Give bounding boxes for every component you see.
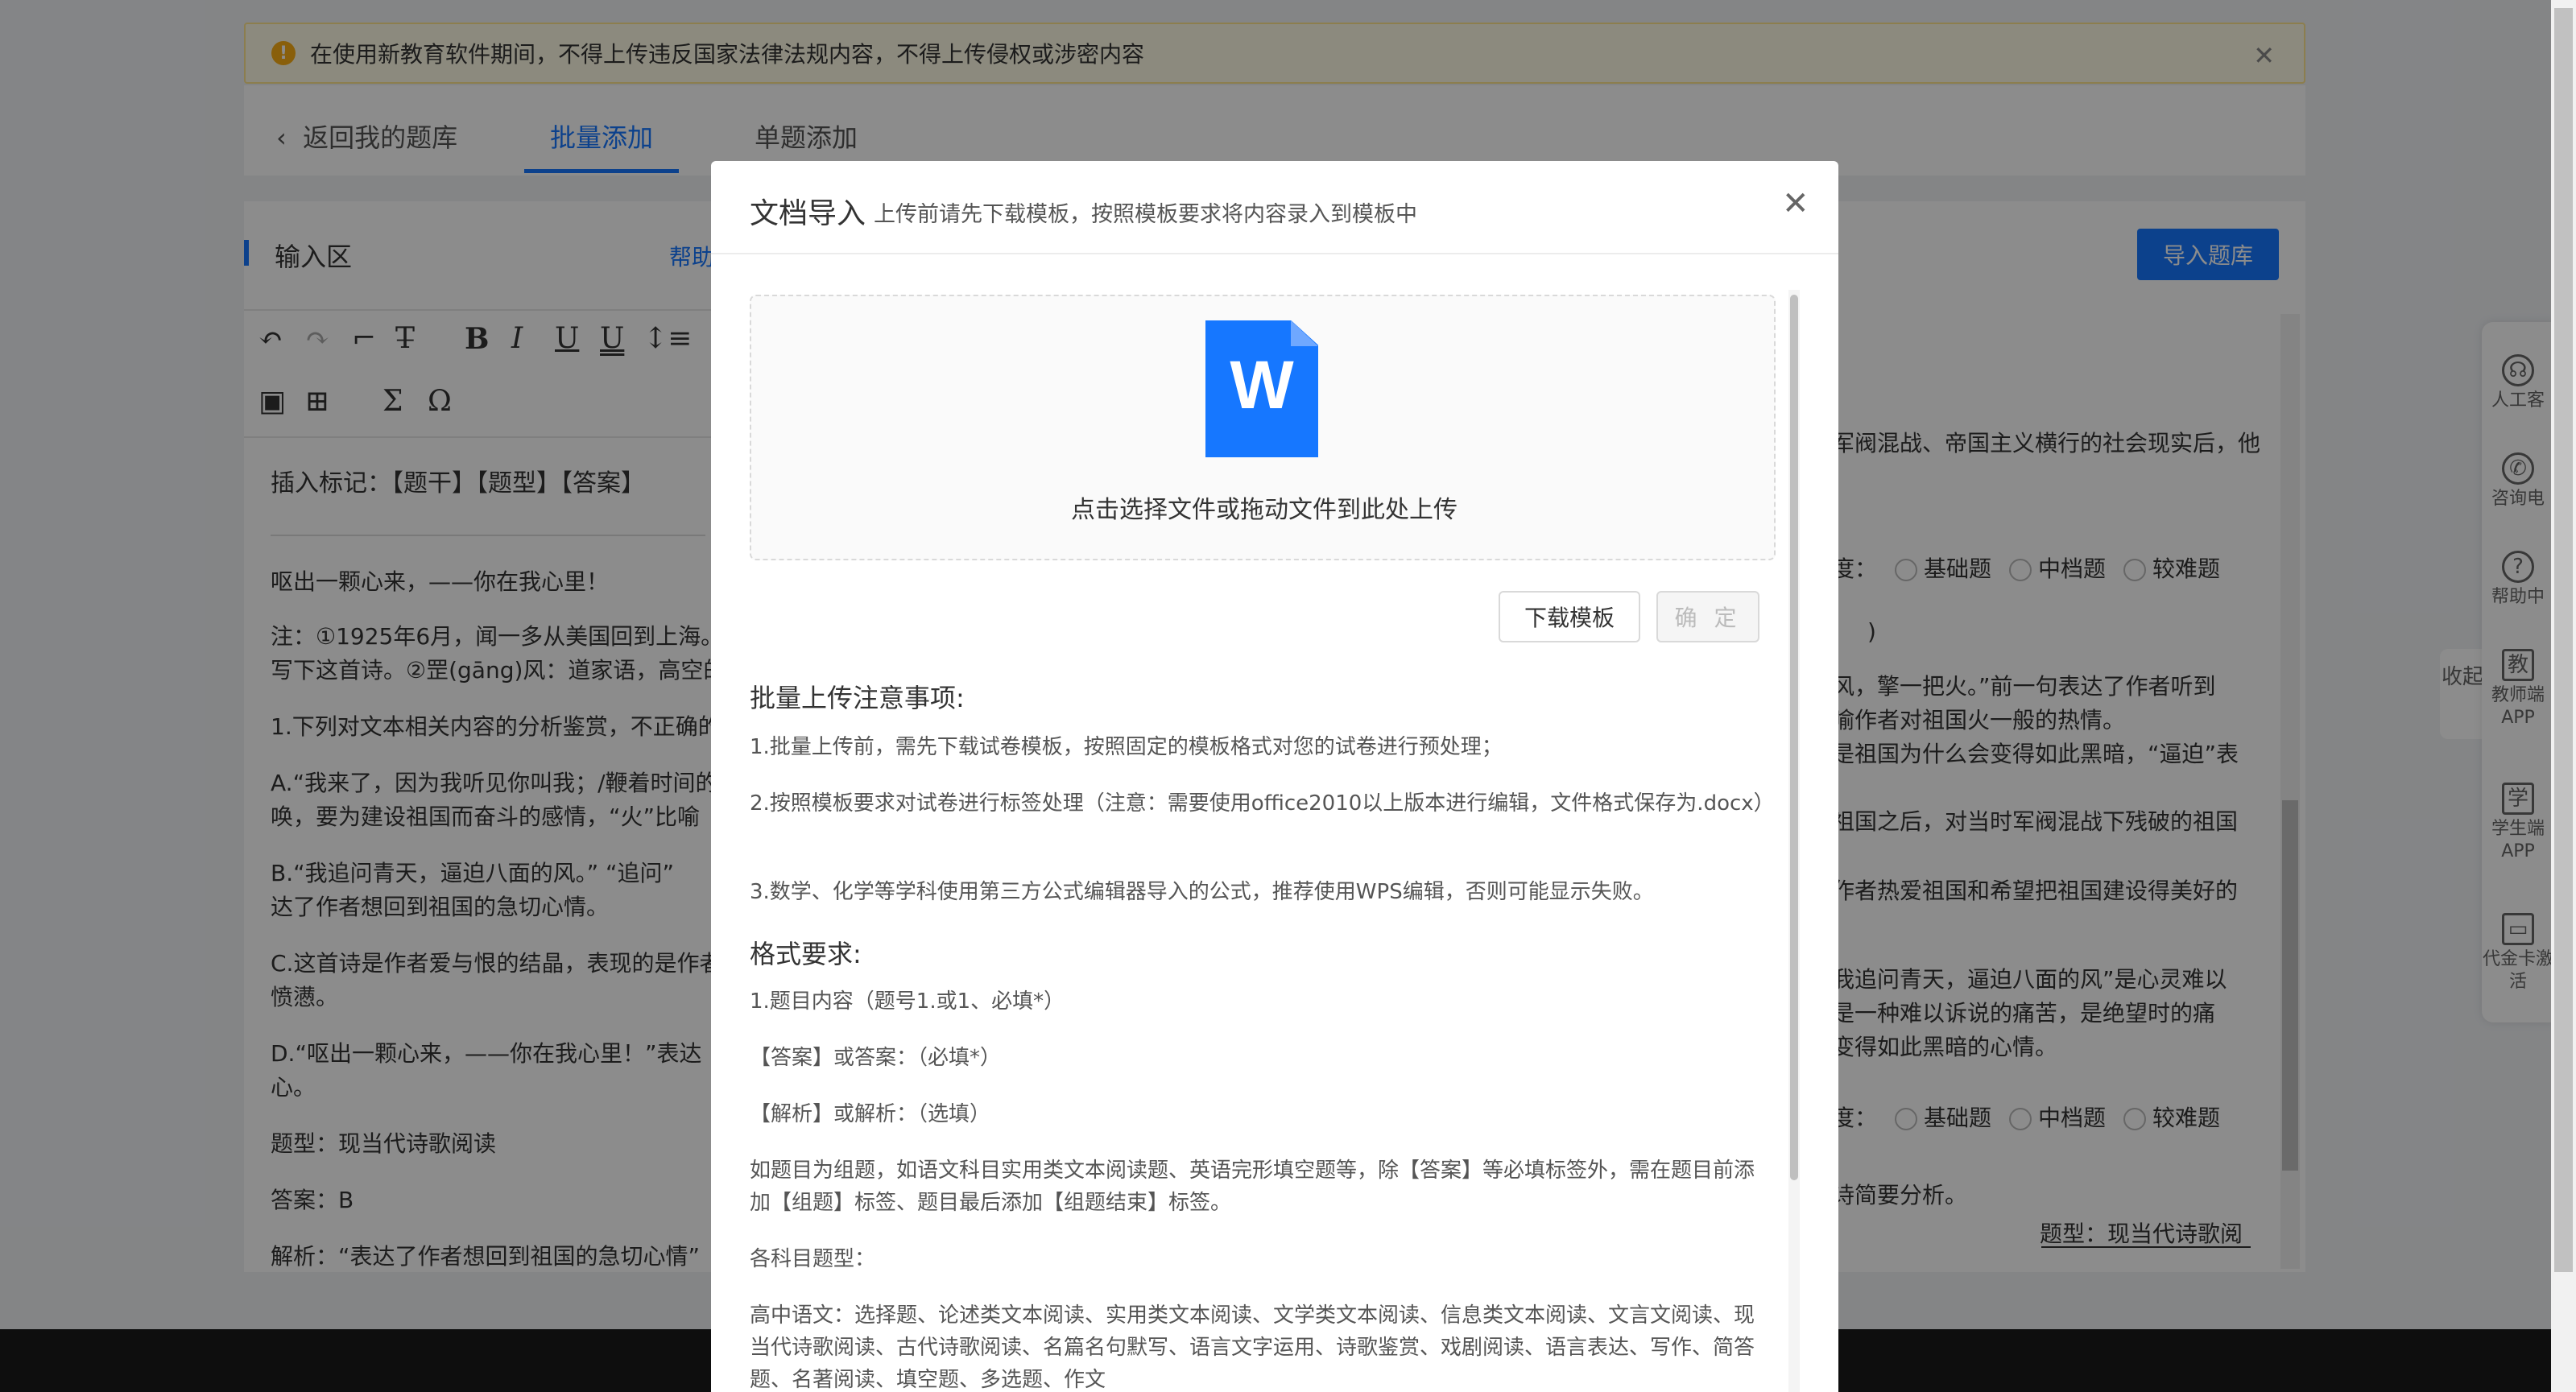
- word-icon-letter: W: [1230, 347, 1294, 423]
- format-heading: 格式要求:: [750, 939, 862, 969]
- dialog-title: 文档导入: [750, 197, 866, 230]
- document-import-dialog: 文档导入 上传前请先下载模板，按照模板要求将内容录入到模板中 ✕ W 点击选择文…: [711, 161, 1838, 1392]
- format-item: 1.题目内容（题号1.或1、必填*）: [750, 989, 1065, 1014]
- page-scroll-thumb[interactable]: [2554, 8, 2573, 1272]
- format-item: 如题目为组题，如语文科目实用类文本阅读题、英语完形填空题等，除【答案】等必填标签…: [750, 1159, 1755, 1215]
- close-icon[interactable]: ✕: [1782, 185, 1809, 222]
- note-item: 2.按照模板要求对试卷进行标签处理（注意：需要使用office2010以上版本进…: [750, 791, 1775, 816]
- page-scrollbar[interactable]: [2551, 0, 2576, 1392]
- download-template-button[interactable]: 下载模板: [1499, 591, 1640, 642]
- note-item: 1.批量上传前，需先下载试卷模板，按照固定的模板格式对您的试卷进行预处理；: [750, 735, 1503, 759]
- notes-heading: 批量上传注意事项:: [750, 683, 965, 713]
- confirm-button[interactable]: 确 定: [1656, 591, 1759, 642]
- note-item: 3.数学、化学等学科使用第三方公式编辑器导入的公式，推荐使用WPS编辑，否则可能…: [750, 880, 1654, 904]
- format-item: 高中语文：选择题、论述类文本阅读、实用类文本阅读、文学类文本阅读、信息类文本阅读…: [750, 1303, 1755, 1392]
- format-item: 【解析】或解析：（选填）: [750, 1102, 991, 1126]
- upload-dropzone[interactable]: W 点击选择文件或拖动文件到此处上传: [750, 295, 1776, 560]
- format-item: 【答案】或答案：（必填*）: [750, 1046, 1002, 1070]
- dialog-scroll-thumb[interactable]: [1790, 295, 1798, 1180]
- dialog-subtitle: 上传前请先下载模板，按照模板要求将内容录入到模板中: [874, 202, 1417, 227]
- dialog-header: 文档导入 上传前请先下载模板，按照模板要求将内容录入到模板中 ✕: [711, 161, 1838, 254]
- format-item: 各科目题型：: [750, 1247, 876, 1271]
- upload-hint: 点击选择文件或拖动文件到此处上传: [1071, 496, 1458, 524]
